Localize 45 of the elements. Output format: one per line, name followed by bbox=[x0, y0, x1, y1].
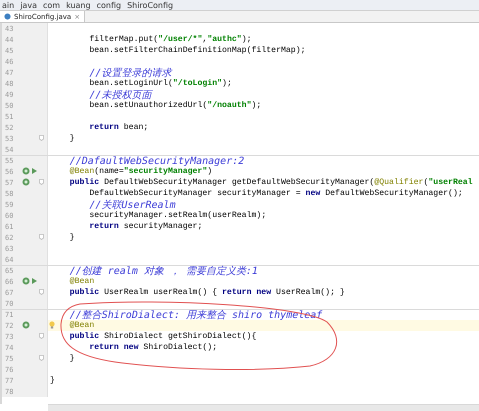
bean-gutter-icon[interactable] bbox=[22, 277, 30, 285]
bean-gutter-icon[interactable] bbox=[22, 178, 30, 186]
code-line: bean.setFilterChainDefinitionMap(filterMap); bbox=[88, 46, 306, 55]
fold-marker-icon[interactable] bbox=[39, 234, 44, 240]
breadcrumb-item[interactable]: ShiroConfig bbox=[127, 2, 174, 10]
code-line: securityManager.setRealm(userRealm); bbox=[88, 211, 266, 220]
fold-marker-icon[interactable] bbox=[39, 333, 44, 339]
code-line: //关联UserRealm bbox=[88, 198, 176, 211]
arrow-gutter-icon[interactable] bbox=[32, 278, 37, 284]
code-line: } bbox=[49, 376, 55, 385]
code-line: //设置登录的请求 bbox=[88, 66, 172, 79]
code-line: filterMap.put("/user/*","authc"); bbox=[88, 35, 252, 44]
code-line: @Bean bbox=[68, 277, 94, 286]
breadcrumb-item[interactable]: config bbox=[96, 2, 122, 10]
code-line: return bean; bbox=[88, 123, 148, 132]
code-line: //DafaultWebSecurityManager:2 bbox=[68, 156, 244, 166]
horizontal-scrollbar[interactable] bbox=[48, 404, 479, 411]
code-line: return securityManager; bbox=[88, 222, 202, 231]
code-line: DefaultWebSecurityManager securityManager = new DefaultWebSecurityManager(); bbox=[88, 189, 463, 198]
code-line: public ShiroDialect getShiroDialect(){ bbox=[68, 332, 256, 341]
fold-marker-icon[interactable] bbox=[39, 135, 44, 141]
breadcrumb-item[interactable]: kuang bbox=[66, 2, 91, 10]
code-line: } bbox=[68, 354, 75, 363]
code-line: //未授权页面 bbox=[88, 88, 152, 101]
code-line: public DefaultWebSecurityManager getDefaultWebSecurityManager(@Qualifier("userReal bbox=[68, 178, 473, 187]
class-file-icon bbox=[4, 13, 11, 20]
bean-gutter-icon[interactable] bbox=[22, 321, 30, 329]
bean-gutter-icon[interactable] bbox=[22, 167, 30, 175]
code-line: @Bean(name="securityManager") bbox=[68, 167, 212, 176]
fold-marker-icon[interactable] bbox=[39, 355, 44, 361]
code-line: return new ShiroDialect(); bbox=[88, 343, 218, 352]
code-line: //创建 realm 对象 ， 需要自定义类:1 bbox=[68, 264, 258, 277]
arrow-gutter-icon[interactable] bbox=[32, 168, 37, 174]
fold-marker-icon[interactable] bbox=[39, 289, 44, 295]
code-line: } bbox=[68, 233, 75, 242]
breadcrumb-item[interactable]: com bbox=[42, 2, 60, 10]
breadcrumb-item[interactable]: ain bbox=[2, 2, 14, 10]
fold-marker-icon[interactable] bbox=[39, 179, 44, 185]
breadcrumb-item[interactable]: java bbox=[20, 2, 37, 10]
code-line: @Bean bbox=[68, 321, 94, 330]
code-line: public UserRealm userRealm() { return new UserRealm(); } bbox=[68, 288, 345, 297]
code-line: bean.setLoginUrl("/toLogin"); bbox=[88, 79, 232, 88]
code-line: bean.setUnauthorizedUrl("/noauth"); bbox=[88, 101, 262, 110]
code-line: } bbox=[68, 134, 75, 143]
lightbulb-icon[interactable] bbox=[49, 321, 55, 329]
